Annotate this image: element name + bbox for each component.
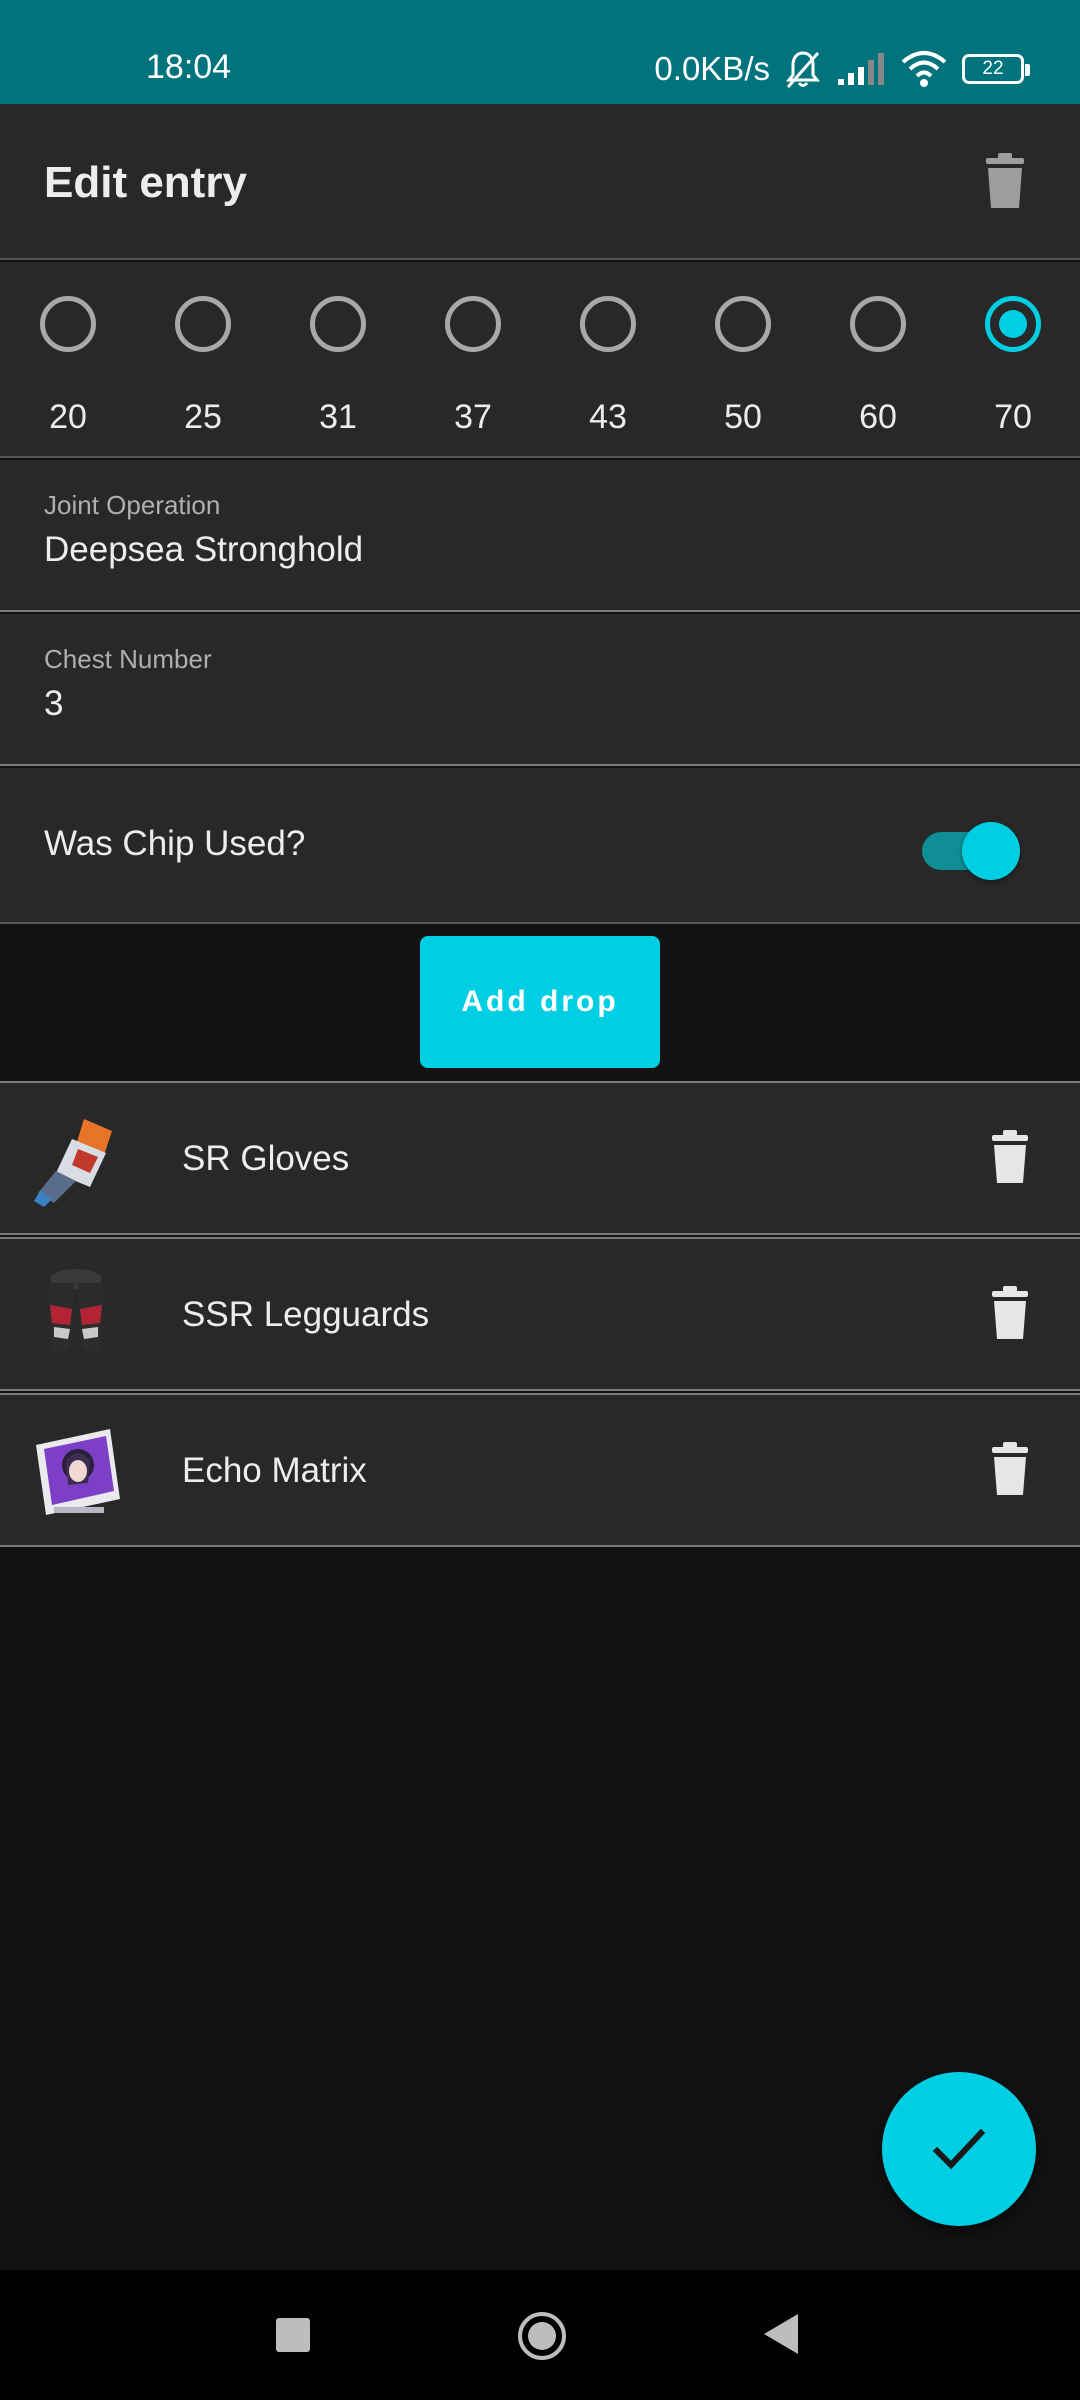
legguards-icon	[48, 1269, 104, 1353]
chip-used-label: Was Chip Used?	[44, 824, 306, 863]
radio-button[interactable]	[445, 296, 501, 352]
bell-off-icon	[785, 51, 821, 88]
level-label: 31	[319, 398, 357, 436]
matrix-card-icon	[36, 1429, 120, 1515]
chip-used-row: Was Chip Used?	[0, 768, 1080, 924]
signal-icon	[838, 53, 884, 85]
trash-icon[interactable]	[982, 1441, 1038, 1497]
app-bar: Edit entry	[0, 104, 1080, 260]
wifi-icon	[901, 51, 947, 87]
level-label: 37	[454, 398, 492, 436]
joint-operation-value[interactable]: Deepsea Stronghold	[44, 530, 363, 570]
radio-button[interactable]	[850, 296, 906, 352]
back-icon[interactable]	[764, 2314, 798, 2354]
status-bar: 18:04 0.0KB/s 22	[0, 0, 1080, 104]
level-label: 25	[184, 398, 222, 436]
level-option-70[interactable]: 70	[953, 262, 1073, 458]
add-drop-button[interactable]: Add drop	[420, 936, 660, 1068]
status-time: 18:04	[146, 48, 232, 86]
level-label: 43	[589, 398, 627, 436]
drop-item[interactable]: Echo Matrix	[0, 1393, 1080, 1547]
trash-icon[interactable]	[982, 1129, 1038, 1185]
level-radio-group: 20 25 31 37 43 50 60 70	[0, 262, 1080, 458]
level-option-43[interactable]: 43	[548, 262, 668, 458]
level-option-50[interactable]: 50	[683, 262, 803, 458]
field-label: Joint Operation	[44, 490, 221, 520]
switch-thumb[interactable]	[962, 822, 1020, 880]
level-label: 60	[859, 398, 897, 436]
radio-button[interactable]	[175, 296, 231, 352]
trash-icon[interactable]	[982, 1285, 1038, 1341]
drop-item[interactable]: SSR Legguards	[0, 1237, 1080, 1391]
level-option-31[interactable]: 31	[278, 262, 398, 458]
home-icon[interactable]	[518, 2312, 566, 2360]
level-label: 50	[724, 398, 762, 436]
save-fab-button[interactable]	[882, 2072, 1036, 2226]
page-title: Edit entry	[44, 158, 247, 207]
radio-button[interactable]	[40, 296, 96, 352]
network-speed: 0.0KB/s	[654, 50, 770, 87]
status-icons: 0.0KB/s 22	[654, 44, 1030, 94]
level-option-20[interactable]: 20	[8, 262, 128, 458]
chest-number-value[interactable]: 3	[44, 684, 63, 724]
check-icon	[932, 2128, 986, 2170]
radio-button[interactable]	[310, 296, 366, 352]
level-option-25[interactable]: 25	[143, 262, 263, 458]
radio-button[interactable]	[580, 296, 636, 352]
drop-name: SR Gloves	[182, 1139, 350, 1178]
drop-name: Echo Matrix	[182, 1451, 367, 1490]
battery-level: 22	[982, 58, 1004, 79]
level-option-37[interactable]: 37	[413, 262, 533, 458]
level-label: 20	[49, 398, 87, 436]
recent-apps-icon[interactable]	[276, 2318, 310, 2352]
radio-button[interactable]	[985, 296, 1041, 352]
level-option-60[interactable]: 60	[818, 262, 938, 458]
gloves-icon	[34, 1119, 112, 1207]
field-label: Chest Number	[44, 644, 212, 674]
drop-name: SSR Legguards	[182, 1295, 430, 1334]
system-nav-bar	[0, 2270, 1080, 2400]
trash-icon[interactable]	[974, 150, 1036, 212]
chest-number-field[interactable]: Chest Number 3	[0, 614, 1080, 766]
battery-icon: 22	[962, 54, 1030, 84]
joint-operation-field[interactable]: Joint Operation Deepsea Stronghold	[0, 460, 1080, 612]
level-label: 70	[994, 398, 1032, 436]
drop-item[interactable]: SR Gloves	[0, 1081, 1080, 1235]
radio-button[interactable]	[715, 296, 771, 352]
